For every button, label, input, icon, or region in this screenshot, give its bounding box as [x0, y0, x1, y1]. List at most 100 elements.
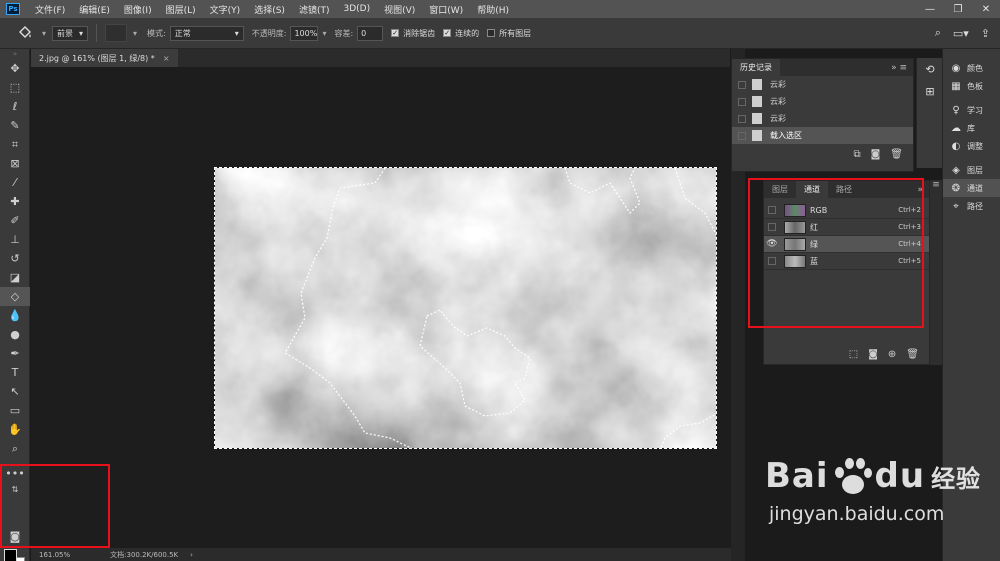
menu-type[interactable]: 文字(Y) [203, 3, 248, 16]
stamp-tool-icon[interactable]: ⊥ [0, 230, 30, 249]
crop-tool-icon[interactable]: ⌗ [0, 135, 30, 154]
paw-icon [831, 455, 873, 497]
palette-icon: ◉ [951, 62, 961, 74]
properties-panel-icon[interactable]: ⊞ [917, 80, 943, 102]
panel-layers[interactable]: ◈ 图层 [943, 161, 1000, 179]
workspace-icon[interactable]: ▭▾ [953, 27, 969, 40]
document-tab[interactable]: 2.jpg @ 161% (图层 1, 绿/8) * × [31, 49, 178, 67]
panel-color[interactable]: ◉ 颜色 [943, 59, 1000, 77]
menu-select[interactable]: 选择(S) [247, 3, 292, 16]
history-item[interactable]: 载入选区 [732, 127, 913, 144]
panel-menu-icon[interactable]: » ≡ [891, 63, 913, 73]
load-selection-icon[interactable]: ⬚ [849, 349, 858, 360]
document-icon [752, 113, 762, 124]
history-item[interactable]: 云彩 [732, 110, 913, 127]
history-checkbox[interactable] [738, 80, 746, 89]
contiguous-checkbox[interactable]: ✓ 连续的 [443, 28, 479, 39]
save-selection-icon[interactable]: ◙ [868, 349, 878, 360]
mode-select[interactable]: 正常 ▾ [169, 25, 244, 41]
tolerance-input[interactable]: 0 [357, 25, 384, 41]
minimize-button[interactable]: — [916, 4, 944, 15]
status-arrow-icon[interactable]: › [190, 551, 193, 559]
close-tab-icon[interactable]: × [163, 54, 170, 63]
snapshot-camera-icon[interactable]: ◙ [871, 149, 881, 160]
menu-3d[interactable]: 3D(D) [336, 4, 377, 14]
fill-source-select[interactable]: 前景 ▾ [52, 25, 89, 41]
menu-edit[interactable]: 编辑(E) [72, 3, 117, 16]
document-tab-bar: 2.jpg @ 161% (图层 1, 绿/8) * × [31, 49, 730, 67]
watermark-text-cn: 经验 [931, 464, 982, 493]
mode-label: 模式: [147, 28, 166, 38]
panel-swatches[interactable]: ▦ 色板 [943, 77, 1000, 95]
divider [96, 24, 98, 42]
panel-grip-icon[interactable]: » [0, 49, 30, 59]
brush-tool-icon[interactable]: ✐ [0, 211, 30, 230]
menu-bar: Ps 文件(F) 编辑(E) 图像(I) 图层(L) 文字(Y) 选择(S) 滤… [0, 0, 1000, 18]
hand-tool-icon[interactable]: ✋ [0, 420, 30, 439]
foreground-color-swatch[interactable] [4, 549, 17, 561]
menu-window[interactable]: 窗口(W) [422, 3, 470, 16]
path-select-tool-icon[interactable]: ↖ [0, 382, 30, 401]
menu-layer[interactable]: 图层(L) [159, 3, 203, 16]
history-brush-tool-icon[interactable]: ↺ [0, 249, 30, 268]
quick-select-tool-icon[interactable]: ✎ [0, 116, 30, 135]
panel-paths[interactable]: ⌖ 路径 [943, 197, 1000, 215]
new-document-from-state-icon[interactable]: ⧉ [853, 149, 860, 160]
blur-tool-icon[interactable]: 💧 [0, 306, 30, 325]
restore-button[interactable]: ❐ [944, 4, 972, 15]
marquee-tool-icon[interactable]: ⬚ [0, 78, 30, 97]
trash-icon[interactable]: 🗑 [890, 149, 903, 160]
type-tool-icon[interactable]: T [0, 363, 30, 382]
frame-tool-icon[interactable]: ⊠ [0, 154, 30, 173]
history-checkbox[interactable] [738, 97, 746, 106]
zoom-tool-icon[interactable]: ⌕ [0, 439, 30, 458]
menu-help[interactable]: 帮助(H) [470, 3, 516, 16]
paint-bucket-tool-icon[interactable]: ◇ [0, 287, 30, 306]
history-checkbox[interactable] [738, 131, 746, 140]
trash-icon[interactable]: 🗑 [906, 349, 919, 360]
history-panel: 历史记录 » ≡ 云彩 云彩 云彩 载入选区 ⧉ ◙ 🗑 [731, 58, 914, 172]
antialias-checkbox[interactable]: ✓ 消除锯齿 [391, 28, 435, 39]
menu-file[interactable]: 文件(F) [28, 3, 72, 16]
history-item[interactable]: 云彩 [732, 93, 913, 110]
new-channel-icon[interactable]: ⊕ [888, 349, 896, 360]
share-icon[interactable]: ⇪ [981, 27, 990, 40]
healing-brush-tool-icon[interactable]: ✚ [0, 192, 30, 211]
pattern-swatch[interactable] [105, 24, 128, 42]
chevron-down-icon: ▾ [234, 28, 239, 38]
history-checkbox[interactable] [738, 114, 746, 123]
fill-source-value: 前景 [57, 28, 74, 38]
rectangle-tool-icon[interactable]: ▭ [0, 401, 30, 420]
move-tool-icon[interactable]: ✥ [0, 59, 30, 78]
document-image[interactable] [214, 167, 717, 449]
history-panel-icon[interactable]: ⟲ [917, 58, 943, 80]
chevron-down-icon[interactable]: ▾ [133, 29, 137, 38]
highlight-box-color-swatches [0, 464, 110, 548]
menu-filter[interactable]: 滤镜(T) [292, 3, 337, 16]
chevron-down-icon[interactable]: ▾ [322, 29, 326, 38]
close-button[interactable]: ✕ [972, 4, 1000, 15]
menu-image[interactable]: 图像(I) [117, 3, 159, 16]
tool-preset-arrow-icon[interactable]: ▾ [42, 29, 46, 38]
history-tab[interactable]: 历史记录 [732, 59, 780, 76]
menu-view[interactable]: 视图(V) [377, 3, 422, 16]
channels-icon: ❂ [951, 182, 961, 194]
zoom-level[interactable]: 161.05% [39, 551, 70, 559]
all-layers-checkbox[interactable]: 所有图层 [487, 28, 531, 39]
panel-learn[interactable]: ♀ 学习 [943, 101, 1000, 119]
panel-menu-icon[interactable]: ≡ [930, 180, 942, 365]
history-item[interactable]: 云彩 [732, 76, 913, 93]
panel-adjustments[interactable]: ◐ 调整 [943, 137, 1000, 155]
color-swatches[interactable] [4, 547, 28, 561]
panel-channels[interactable]: ❂ 通道 [943, 179, 1000, 197]
pen-tool-icon[interactable]: ✒ [0, 344, 30, 363]
dodge-tool-icon[interactable]: ● [0, 325, 30, 344]
lasso-tool-icon[interactable]: ℓ [0, 97, 30, 116]
search-icon[interactable]: ⌕ [935, 26, 941, 40]
eyedropper-tool-icon[interactable]: ⁄ [0, 173, 30, 192]
eraser-tool-icon[interactable]: ◪ [0, 268, 30, 287]
panel-libraries[interactable]: ☁ 库 [943, 119, 1000, 137]
panel-label: 图层 [967, 165, 983, 175]
paint-bucket-icon[interactable] [14, 23, 36, 43]
opacity-input[interactable]: 100% [290, 25, 319, 41]
